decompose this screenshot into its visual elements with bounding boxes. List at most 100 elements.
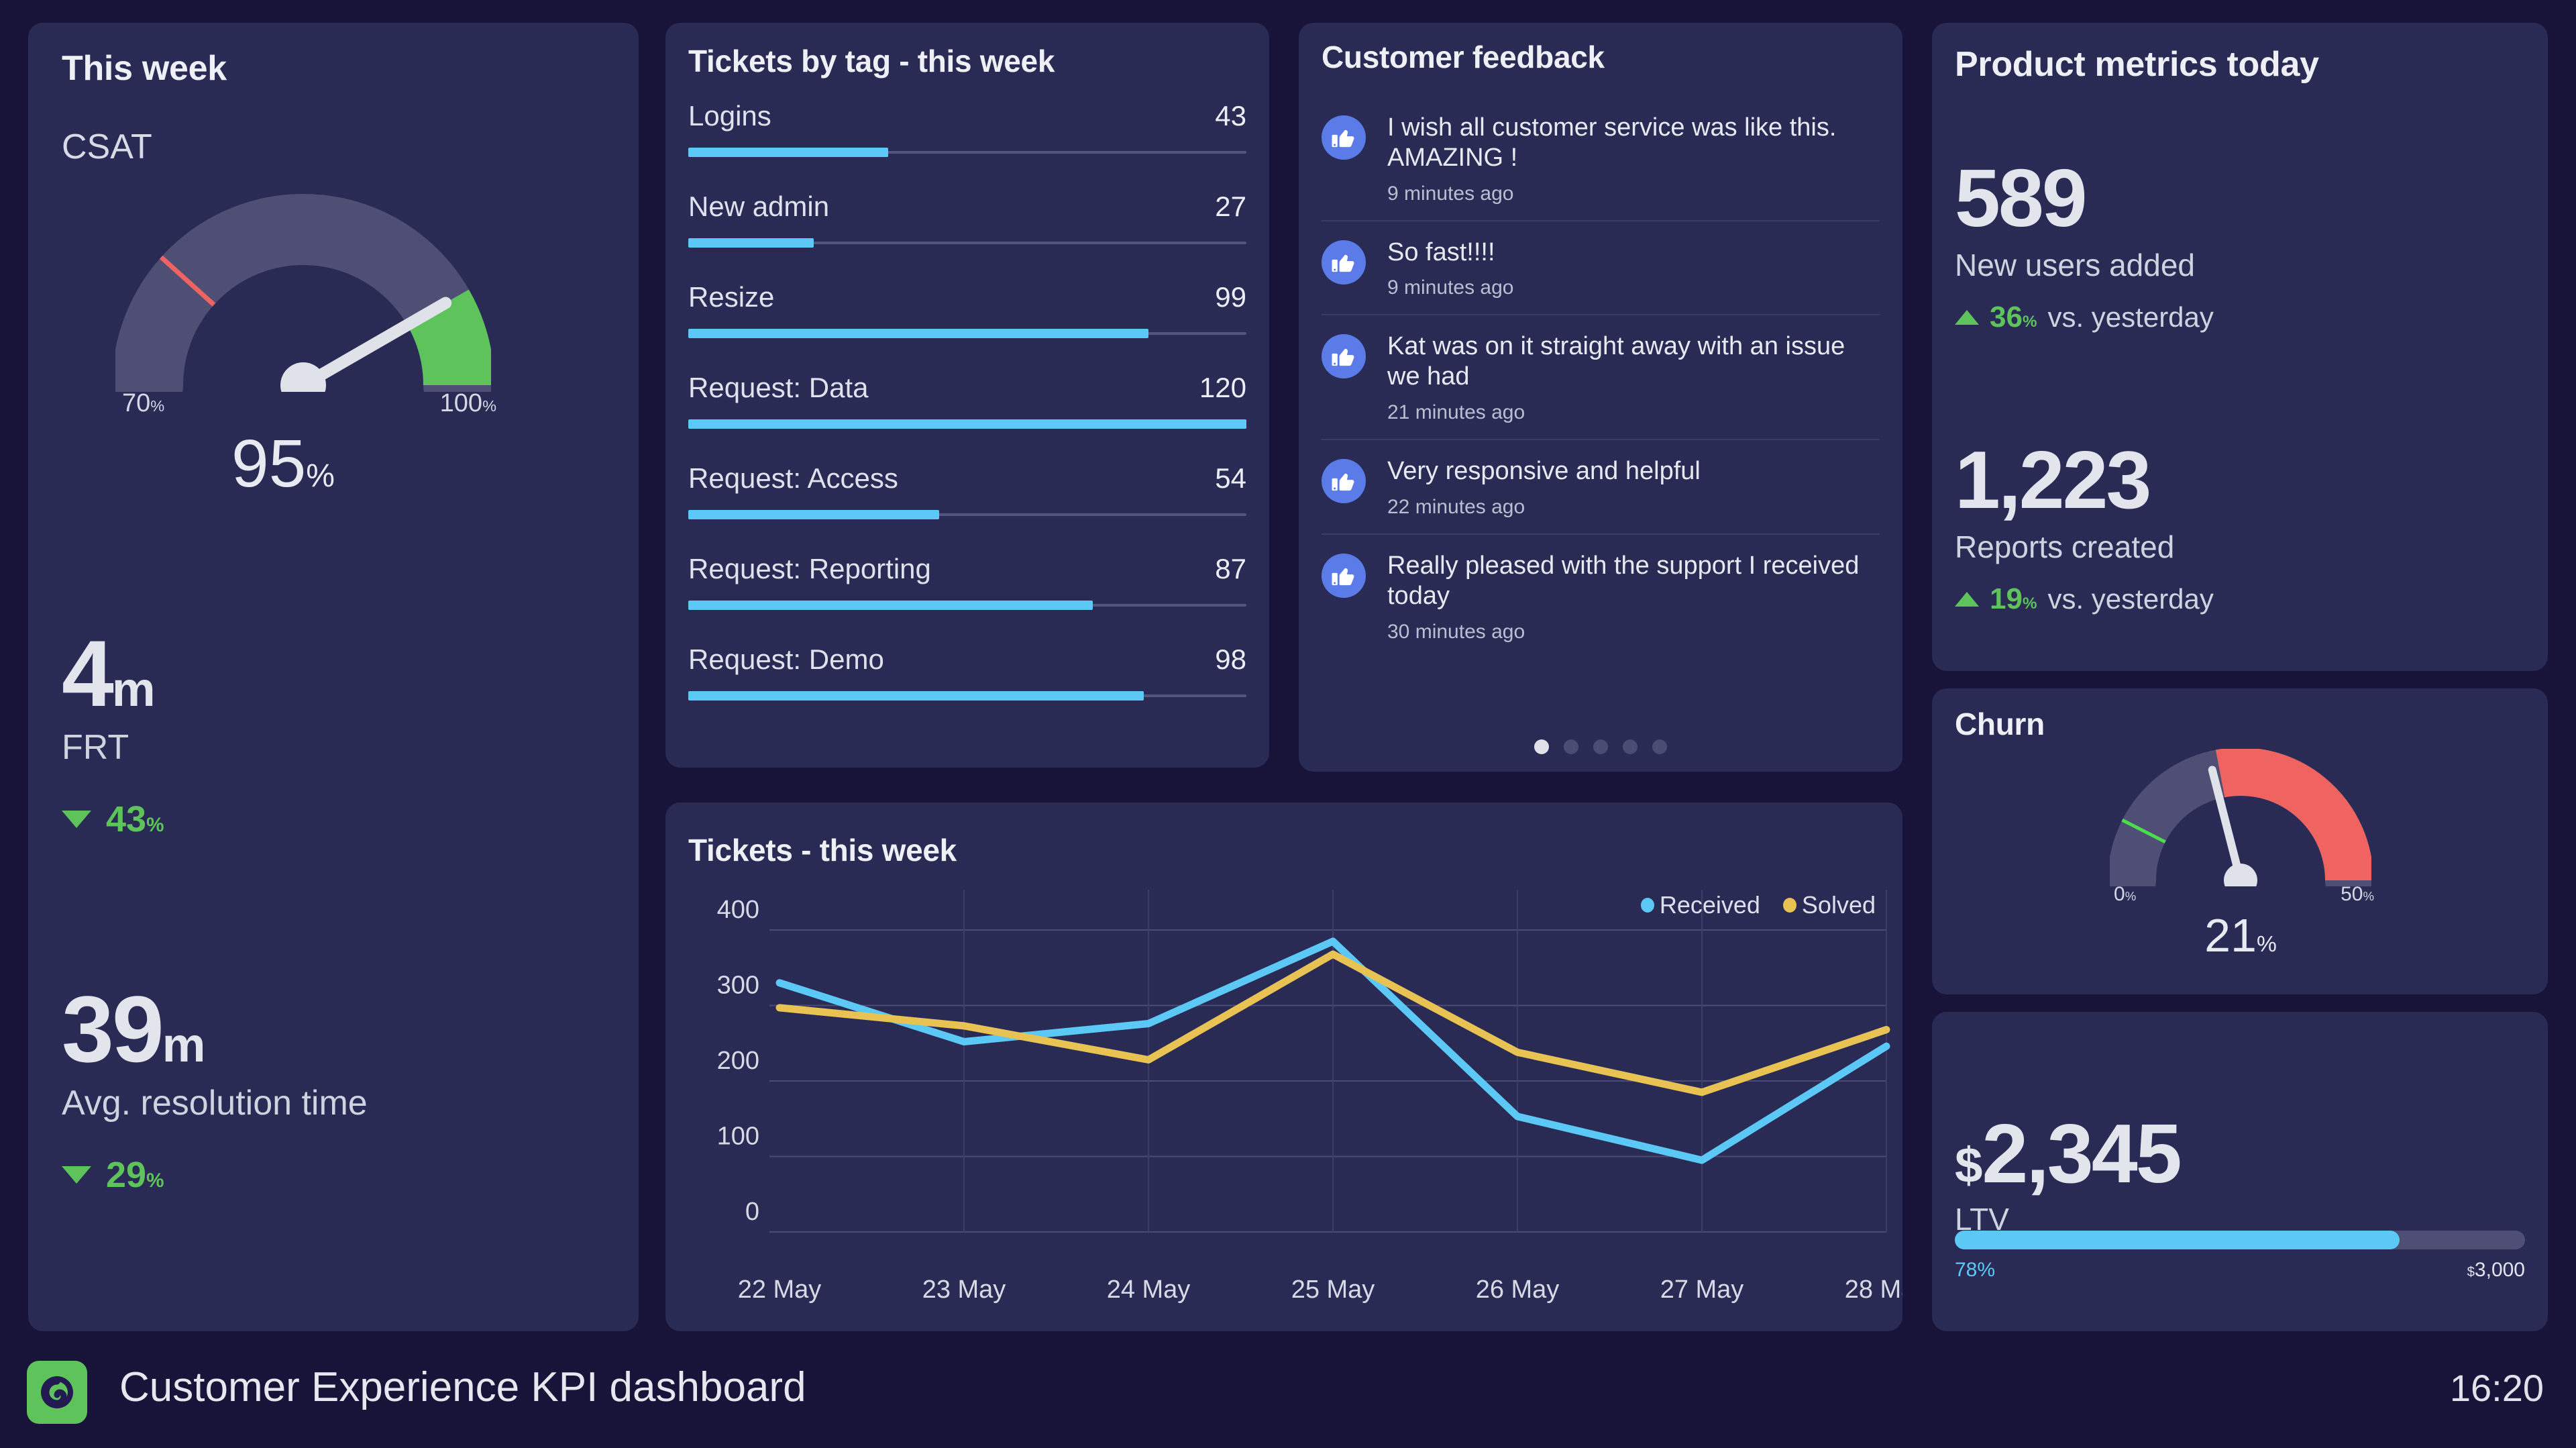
tag-row[interactable]: Request: Data 120	[688, 372, 1246, 462]
tag-bar-fill	[688, 691, 1144, 701]
tag-row[interactable]: Request: Demo 98	[688, 643, 1246, 734]
feedback-timestamp: 30 minutes ago	[1387, 620, 1525, 643]
y-axis-tick: 100	[717, 1123, 759, 1151]
feedback-item[interactable]: So fast!!!! 9 minutes ago	[1322, 219, 1880, 315]
ltv-progress-pct: 78%	[1955, 1259, 1996, 1281]
tag-value: 43	[1215, 100, 1246, 132]
csat-gauge-svg	[112, 194, 494, 421]
thumbs-up-icon	[1322, 240, 1366, 285]
y-axis-tick: 300	[717, 972, 759, 1000]
spiral-logo-icon	[27, 1361, 87, 1424]
feedback-timestamp: 9 minutes ago	[1387, 182, 1514, 205]
csat-value: 95%	[231, 426, 335, 501]
card-title-churn: Churn	[1955, 707, 2045, 741]
y-axis-tick: 0	[745, 1198, 759, 1226]
csat-max-label: 100%	[439, 389, 496, 417]
churn-max-label: 50%	[2341, 883, 2374, 905]
footer-bar: Customer Experience KPI dashboard 16:20	[0, 1335, 2576, 1448]
legend-swatch	[1782, 898, 1796, 913]
new-users-delta-text: vs. yesterday	[2047, 301, 2214, 333]
feedback-body: Very responsive and helpful 22 minutes ag…	[1387, 456, 1880, 519]
tickets-line-chart-svg: 400 300 200 100 0 22 May 23 May 24 May 25 May 26 …	[717, 890, 1902, 1304]
tag-bar-fill	[688, 510, 940, 519]
reports-delta: 19% vs. yesterday	[1955, 582, 2214, 616]
stat-reports-created: 1,223 Reports created 19% vs. yesterday	[1955, 439, 2214, 616]
tag-value: 99	[1215, 281, 1246, 313]
tag-value: 27	[1215, 191, 1246, 222]
new-users-label: New users added	[1955, 248, 2195, 282]
churn-gauge-svg	[2108, 747, 2373, 904]
ltv-progress-fill	[1955, 1231, 2400, 1249]
ltv-progress-max: $3,000	[2467, 1259, 2525, 1281]
tag-name: Request: Access	[688, 462, 898, 494]
card-tickets-by-tag: Tickets by tag - this week Logins 43 New a…	[665, 23, 1269, 768]
reports-label: Reports created	[1955, 529, 2175, 564]
carousel-dot[interactable]	[1534, 739, 1549, 754]
carousel-dot[interactable]	[1652, 739, 1667, 754]
ltv-value: $2,345	[1955, 1108, 2182, 1200]
feedback-item[interactable]: Very responsive and helpful 22 minutes ag…	[1322, 439, 1880, 533]
feedback-item[interactable]: Really pleased with the support I receiv…	[1322, 533, 1880, 658]
stat-new-users: 589 New users added 36% vs. yesterday	[1955, 157, 2214, 334]
tag-row[interactable]: Request: Reporting 87	[688, 553, 1246, 643]
tag-name: Request: Data	[688, 372, 869, 403]
art-label: Avg. resolution time	[62, 1084, 368, 1123]
tag-name: Request: Reporting	[688, 553, 931, 584]
art-delta: 29%	[62, 1154, 368, 1196]
feedback-text: Very responsive and helpful	[1387, 457, 1701, 486]
stat-avg-resolution: 39m Avg. resolution time 29%	[62, 982, 368, 1196]
thumbs-up-icon	[1322, 115, 1366, 160]
tag-list: Logins 43 New admin 27 Resize 99 Request: Data…	[688, 100, 1246, 734]
reports-value: 1,223	[1955, 434, 2151, 525]
thumbs-up-icon	[1322, 459, 1366, 504]
churn-min-label: 0%	[2114, 883, 2137, 905]
card-title-product-metrics: Product metrics today	[1955, 45, 2319, 84]
feedback-body: Really pleased with the support I receiv…	[1387, 551, 1880, 643]
card-this-week: This week CSAT 70% 100% 95% 4m FRT 43% 3…	[28, 23, 639, 1331]
x-axis-tick: 24 May	[1107, 1276, 1191, 1304]
feedback-carousel-dots[interactable]	[1299, 739, 1902, 754]
frt-delta: 43%	[62, 798, 164, 840]
feedback-item[interactable]: Kat was on it straight away with an issu…	[1322, 314, 1880, 439]
reports-delta-value: 19%	[1990, 582, 2037, 615]
csat-gauge: 70% 100% 95%	[112, 191, 496, 501]
tag-bar-fill	[688, 419, 1246, 429]
new-users-value: 589	[1955, 152, 2088, 244]
carousel-dot[interactable]	[1623, 739, 1638, 754]
tag-row[interactable]: Logins 43	[688, 100, 1246, 191]
tag-row[interactable]: Resize 99	[688, 281, 1246, 372]
card-title-tickets-by-tag: Tickets by tag - this week	[688, 44, 1055, 79]
legend-item[interactable]: Received	[1640, 891, 1760, 919]
x-axis-tick: 28 May	[1845, 1276, 1902, 1304]
thumbs-up-icon	[1322, 553, 1366, 598]
tag-bar-fill	[688, 601, 1093, 610]
feedback-body: So fast!!!! 9 minutes ago	[1387, 238, 1880, 300]
feedback-body: Kat was on it straight away with an issu…	[1387, 331, 1880, 424]
feedback-item[interactable]: I wish all customer service was like thi…	[1322, 97, 1880, 220]
trend-down-icon	[62, 811, 91, 828]
legend-label: Received	[1659, 891, 1760, 919]
frt-label: FRT	[62, 728, 129, 767]
tag-row[interactable]: New admin 27	[688, 191, 1246, 281]
card-product-metrics: Product metrics today 589 New users adde…	[1932, 23, 2548, 671]
y-axis-tick: 400	[717, 896, 759, 924]
card-tickets-line-chart: Tickets - this week 400 300 200 100 0 22 May 2…	[665, 803, 1902, 1331]
stat-ltv: $2,345 LTV	[1955, 1108, 2182, 1237]
dashboard-root: This week CSAT 70% 100% 95% 4m FRT 43% 3…	[0, 0, 2576, 1448]
carousel-dot[interactable]	[1564, 739, 1578, 754]
feedback-list: I wish all customer service was like thi…	[1322, 97, 1880, 658]
card-ltv: $2,345 LTV 78% $3,000	[1932, 1012, 2548, 1331]
csat-label: CSAT	[62, 127, 152, 166]
tag-value: 120	[1199, 372, 1246, 403]
carousel-dot[interactable]	[1593, 739, 1608, 754]
feedback-text: Really pleased with the support I receiv…	[1387, 551, 1860, 610]
ltv-progress-track	[1955, 1231, 2525, 1249]
legend-item[interactable]: Solved	[1782, 891, 1876, 919]
tag-bar-fill	[688, 329, 1149, 338]
tag-row[interactable]: Request: Access 54	[688, 462, 1246, 553]
card-title-this-week: This week	[62, 49, 227, 88]
tag-name: Logins	[688, 100, 771, 132]
tag-value: 87	[1215, 553, 1246, 584]
x-axis-tick: 26 May	[1476, 1276, 1560, 1304]
x-axis-tick: 25 May	[1291, 1276, 1375, 1304]
